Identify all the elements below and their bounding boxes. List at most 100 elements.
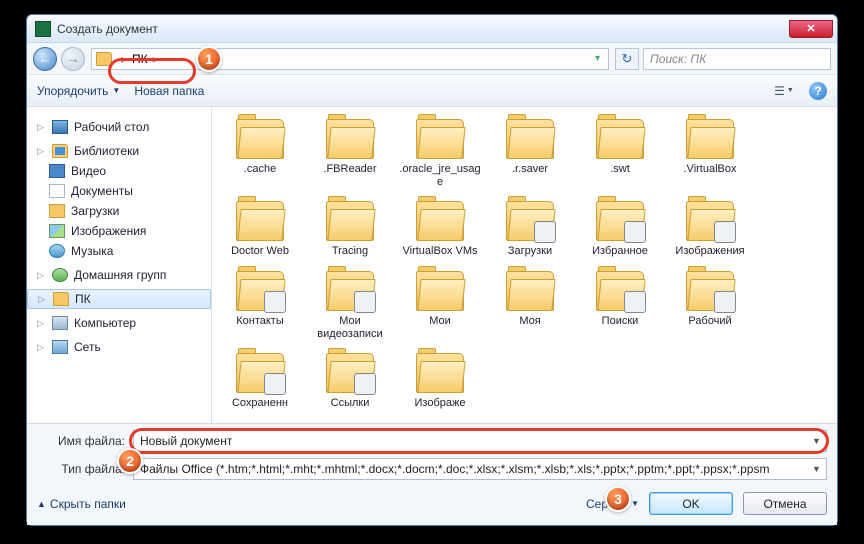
close-button[interactable]: ✕ bbox=[789, 20, 833, 38]
folder-label: .VirtualBox bbox=[684, 163, 737, 176]
folder-item[interactable]: Мои bbox=[396, 267, 484, 345]
folder-item[interactable]: .VirtualBox bbox=[666, 115, 754, 193]
view-button[interactable]: ☰ ▼ bbox=[773, 80, 795, 102]
refresh-icon: ↻ bbox=[622, 51, 633, 67]
folder-icon bbox=[686, 201, 734, 241]
pic-icon bbox=[49, 224, 65, 238]
window-title: Создать документ bbox=[57, 22, 158, 36]
desktop-icon bbox=[52, 120, 68, 134]
expand-icon[interactable]: ▷ bbox=[38, 294, 47, 305]
expand-icon[interactable]: ▷ bbox=[37, 270, 46, 281]
folder-label: Контакты bbox=[236, 315, 284, 328]
back-button[interactable]: ← bbox=[33, 47, 57, 71]
new-folder-button[interactable]: Новая папка bbox=[134, 84, 204, 98]
app-icon bbox=[35, 21, 51, 37]
pc-icon bbox=[52, 316, 68, 330]
arrow-left-icon: ← bbox=[39, 51, 52, 66]
sidebar-item[interactable]: Музыка bbox=[27, 241, 211, 261]
folder-icon bbox=[506, 201, 554, 241]
folder-item[interactable]: .cache bbox=[216, 115, 304, 193]
titlebar[interactable]: Создать документ ✕ bbox=[27, 15, 837, 43]
history-dropdown-icon[interactable]: ▾ bbox=[591, 53, 604, 64]
folder-item[interactable]: Tracing bbox=[306, 197, 394, 262]
shortcut-badge-icon bbox=[624, 291, 646, 313]
folder-label: Мои видеозаписи bbox=[308, 315, 392, 341]
chevron-down-icon[interactable]: ▼ bbox=[809, 433, 824, 449]
home-icon bbox=[52, 268, 68, 282]
folder-item[interactable]: .swt bbox=[576, 115, 664, 193]
folder-item[interactable]: Рабочий bbox=[666, 267, 754, 345]
folder-icon bbox=[236, 119, 284, 159]
cancel-button[interactable]: Отмена bbox=[743, 492, 827, 515]
organize-button[interactable]: Упорядочить ▼ bbox=[37, 84, 120, 98]
filename-input[interactable]: Новый документ ▼ bbox=[133, 430, 827, 452]
filetype-label: Тип файла: bbox=[37, 462, 125, 476]
folder-item[interactable]: .oracle_jre_usage bbox=[396, 115, 484, 193]
folder-item[interactable]: VirtualBox VMs bbox=[396, 197, 484, 262]
breadcrumb-item[interactable]: ПК bbox=[130, 52, 150, 66]
folder-icon bbox=[236, 201, 284, 241]
sidebar-item[interactable]: Документы bbox=[27, 181, 211, 201]
folder-label: Изображе bbox=[415, 397, 466, 410]
expand-icon[interactable]: ▷ bbox=[37, 318, 46, 329]
folder-item[interactable]: .FBReader bbox=[306, 115, 394, 193]
address-bar[interactable]: ▸ ПК ▸ ▾ bbox=[91, 48, 609, 70]
shortcut-badge-icon bbox=[264, 373, 286, 395]
folder-label: VirtualBox VMs bbox=[403, 245, 478, 258]
folder-item[interactable]: Сохраненн bbox=[216, 349, 304, 414]
hide-folders-button[interactable]: ▲ Скрыть папки bbox=[37, 497, 126, 511]
sidebar-item-label: Документы bbox=[71, 184, 133, 198]
folder-label: Ссылки bbox=[331, 397, 370, 410]
sidebar-item[interactable]: ▷Рабочий стол bbox=[27, 117, 211, 137]
sidebar-item[interactable]: Изображения bbox=[27, 221, 211, 241]
folder-item[interactable]: Избранное bbox=[576, 197, 664, 262]
annotation-marker-3: 3 bbox=[605, 486, 631, 512]
shortcut-badge-icon bbox=[534, 221, 556, 243]
forward-button[interactable]: → bbox=[61, 47, 85, 71]
sidebar-item[interactable]: ▷ПК bbox=[27, 289, 211, 309]
folder-item[interactable]: Мои видеозаписи bbox=[306, 267, 394, 345]
sidebar: ▷Рабочий стол▷БиблиотекиВидеоДокументыЗа… bbox=[27, 107, 212, 423]
folder-item[interactable]: Ссылки bbox=[306, 349, 394, 414]
sidebar-item[interactable]: ▷Сеть bbox=[27, 337, 211, 357]
sidebar-item[interactable]: Видео bbox=[27, 161, 211, 181]
folder-item[interactable]: Контакты bbox=[216, 267, 304, 345]
breadcrumb-sep-icon: ▸ bbox=[150, 52, 162, 66]
folder-item[interactable]: Изображе bbox=[396, 349, 484, 414]
folder-item[interactable]: Doctor Web bbox=[216, 197, 304, 262]
chevron-down-icon[interactable]: ▼ bbox=[809, 461, 824, 477]
shortcut-badge-icon bbox=[354, 291, 376, 313]
ok-button[interactable]: OK bbox=[649, 492, 733, 515]
refresh-button[interactable]: ↻ bbox=[615, 48, 639, 70]
folder-label: .swt bbox=[610, 163, 630, 176]
expand-icon[interactable]: ▷ bbox=[37, 342, 46, 353]
folder-label: Рабочий bbox=[688, 315, 731, 328]
folder-item[interactable]: .r.saver bbox=[486, 115, 574, 193]
folder-view[interactable]: .cache.FBReader.oracle_jre_usage.r.saver… bbox=[212, 107, 837, 423]
folder-item[interactable]: Поиски bbox=[576, 267, 664, 345]
sidebar-item[interactable]: Загрузки bbox=[27, 201, 211, 221]
shortcut-badge-icon bbox=[714, 291, 736, 313]
folder-label: Моя bbox=[519, 315, 540, 328]
folder-icon bbox=[686, 271, 734, 311]
sidebar-item-label: Библиотеки bbox=[74, 144, 139, 158]
filetype-select[interactable]: Файлы Office (*.htm;*.html;*.mht;*.mhtml… bbox=[133, 458, 827, 480]
expand-icon[interactable]: ▷ bbox=[37, 146, 46, 157]
folder-icon bbox=[506, 119, 554, 159]
chevron-up-icon: ▲ bbox=[37, 499, 46, 509]
search-input[interactable]: Поиск: ПК bbox=[643, 48, 831, 70]
sidebar-item[interactable]: ▷ Библиотеки bbox=[27, 141, 211, 161]
help-button[interactable]: ? bbox=[809, 82, 827, 100]
folder-icon bbox=[96, 52, 112, 66]
expand-icon[interactable]: ▷ bbox=[37, 122, 46, 133]
folder-icon bbox=[416, 271, 464, 311]
folder-icon bbox=[236, 271, 284, 311]
folder-item[interactable]: Изображения bbox=[666, 197, 754, 262]
sidebar-item[interactable]: ▷Компьютер bbox=[27, 313, 211, 333]
filename-label: Имя файла: bbox=[37, 434, 125, 448]
folder-item[interactable]: Моя bbox=[486, 267, 574, 345]
folder-item[interactable]: Загрузки bbox=[486, 197, 574, 262]
chevron-down-icon: ▼ bbox=[112, 86, 120, 95]
sidebar-item[interactable]: ▷Домашняя групп bbox=[27, 265, 211, 285]
folder-label: Doctor Web bbox=[231, 245, 289, 258]
